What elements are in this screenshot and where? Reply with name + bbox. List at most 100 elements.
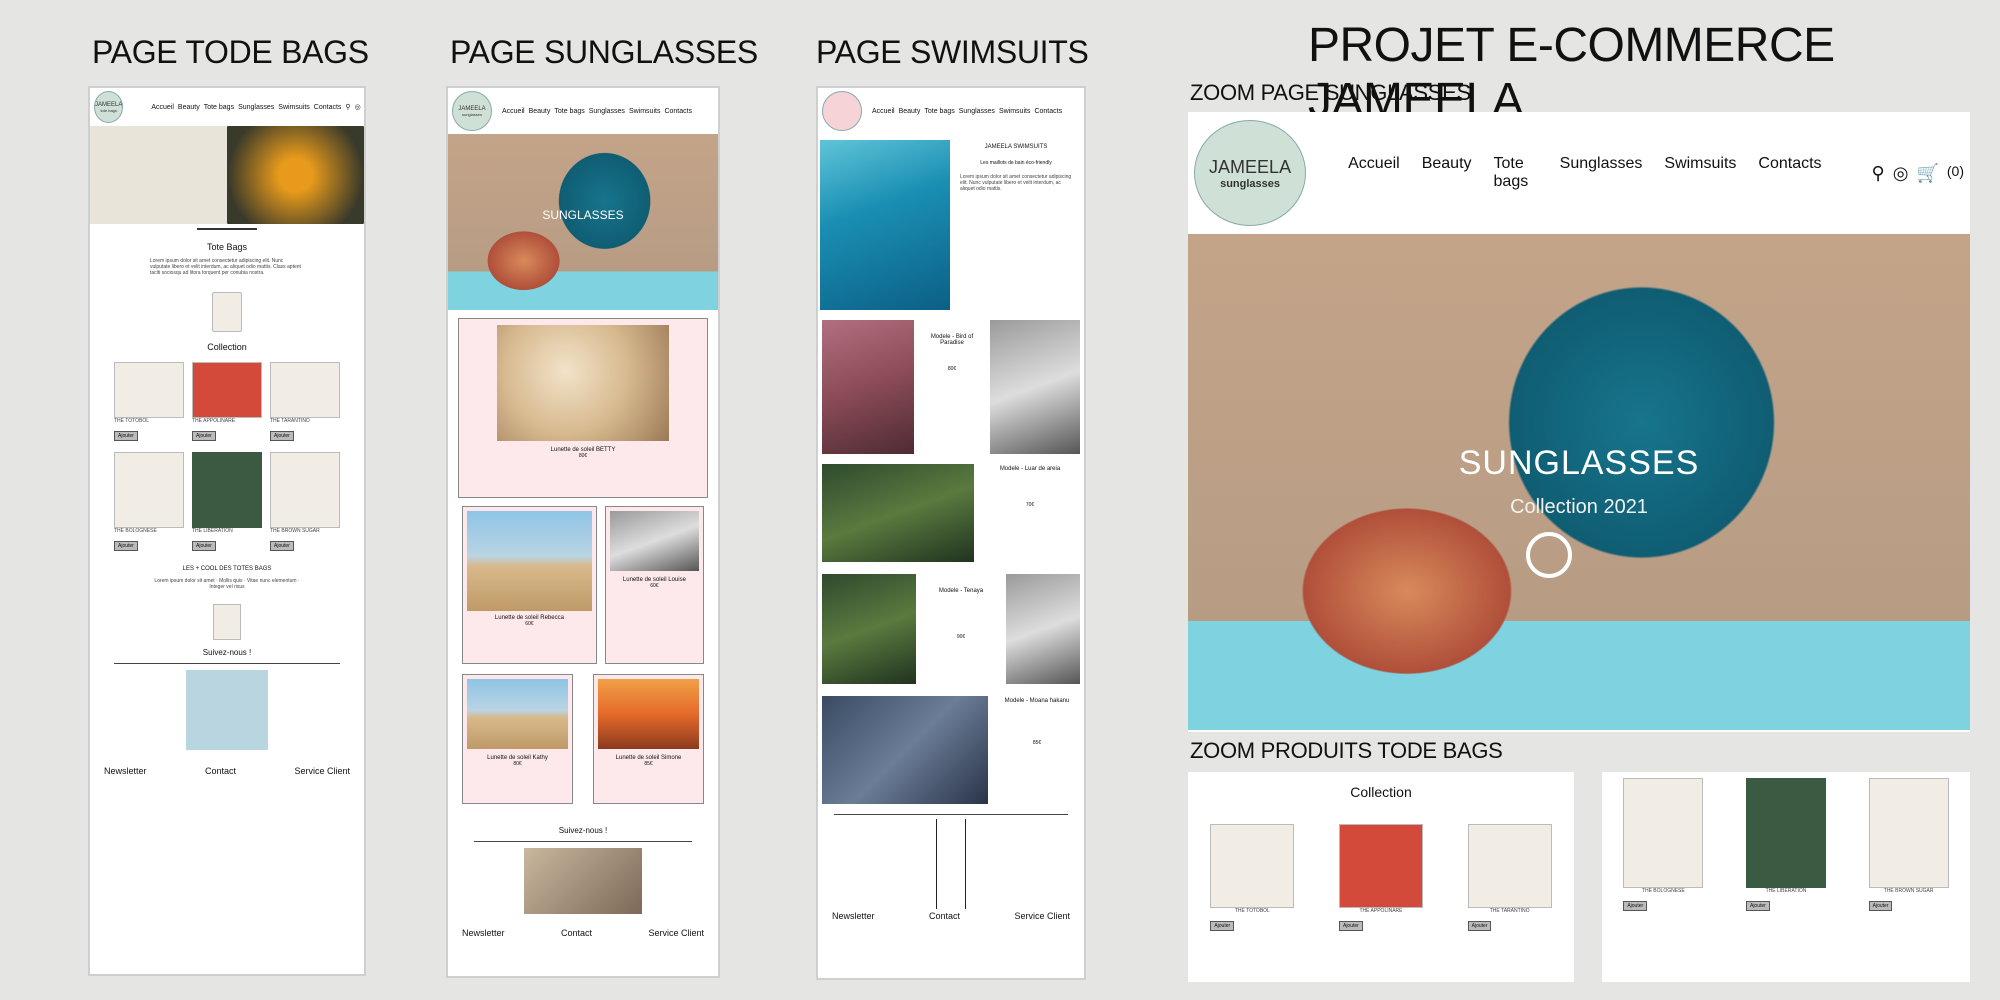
product-image[interactable] xyxy=(1210,824,1295,908)
nav-contacts[interactable]: Contacts xyxy=(1034,108,1062,115)
nav-swimsuits[interactable]: Swimsuits xyxy=(278,104,310,111)
product-card[interactable]: Lunette de soleil Louise 60€ xyxy=(604,506,704,664)
model-image[interactable] xyxy=(822,320,914,454)
model-image[interactable] xyxy=(822,574,916,684)
product-name: THE BROWN SUGAR xyxy=(270,528,320,534)
footer-newsletter: Newsletter xyxy=(832,911,875,921)
product-image[interactable] xyxy=(467,511,592,611)
product-image[interactable] xyxy=(609,511,699,571)
product-image[interactable] xyxy=(114,452,184,528)
nav-contacts[interactable]: Contacts xyxy=(314,104,342,111)
product-image[interactable] xyxy=(497,325,669,441)
add-button[interactable]: Ajouter xyxy=(192,541,216,551)
model-price: 90€ xyxy=(956,634,966,640)
logo-subtext: sunglasses xyxy=(461,111,482,117)
swim-intro: Lorem ipsum dolor sit amet consectetur a… xyxy=(960,174,1072,192)
account-icon[interactable]: ◎ xyxy=(355,103,361,111)
slider-indicator[interactable] xyxy=(197,228,257,230)
nav-beauty[interactable]: Beauty xyxy=(1422,155,1472,191)
add-button[interactable]: Ajouter xyxy=(114,541,138,551)
nav-contacts[interactable]: Contacts xyxy=(664,108,692,115)
nav-tote-bags[interactable]: Tote bags xyxy=(1494,155,1538,191)
cart-icon[interactable]: 🛒 xyxy=(1916,163,1938,184)
tote-page-title: PAGE TODE BAGS xyxy=(92,34,369,70)
top-nav: Accueil Beauty Tote bags Sunglasses Swim… xyxy=(151,103,366,112)
nav-accueil[interactable]: Accueil xyxy=(502,108,525,115)
add-button[interactable]: Ajouter xyxy=(270,541,294,551)
model-image[interactable] xyxy=(822,696,988,804)
add-button[interactable]: Ajouter xyxy=(270,431,294,441)
hero-image-right xyxy=(227,126,364,224)
nav-sunglasses[interactable]: Sunglasses xyxy=(238,104,274,111)
nav-sunglasses[interactable]: Sunglasses xyxy=(1560,155,1643,191)
add-button[interactable]: Ajouter xyxy=(1210,921,1235,931)
add-button[interactable]: Ajouter xyxy=(192,431,216,441)
add-button[interactable]: Ajouter xyxy=(114,431,138,441)
nav-accueil[interactable]: Accueil xyxy=(872,108,895,115)
product-image[interactable] xyxy=(1467,824,1552,908)
follow-heading: Suivez-nous ! xyxy=(558,826,608,835)
nav-accueil[interactable]: Accueil xyxy=(151,104,174,111)
model-image-2[interactable] xyxy=(990,320,1080,454)
product-image[interactable] xyxy=(192,362,262,418)
logo[interactable] xyxy=(822,91,862,131)
nav-swimsuits[interactable]: Swimsuits xyxy=(629,108,661,115)
logo[interactable]: JAMEELA sunglasses xyxy=(452,91,492,131)
add-button[interactable]: Ajouter xyxy=(1338,921,1363,931)
nav-beauty[interactable]: Beauty xyxy=(529,108,551,115)
product-card[interactable]: Lunette de soleil Kathy 80€ xyxy=(462,674,573,804)
nav-swimsuits[interactable]: Swimsuits xyxy=(1664,155,1736,191)
product-image[interactable] xyxy=(598,679,699,749)
nav-beauty[interactable]: Beauty xyxy=(899,108,921,115)
swimsuits-page-title: PAGE SWIMSUITS xyxy=(816,34,1089,70)
nav-sunglasses[interactable]: Sunglasses xyxy=(589,108,625,115)
add-button[interactable]: Ajouter xyxy=(1745,901,1770,911)
nav-contacts[interactable]: Contacts xyxy=(1758,155,1821,191)
product-image[interactable] xyxy=(114,362,184,418)
add-button[interactable]: Ajouter xyxy=(1868,901,1893,911)
product-image[interactable] xyxy=(1338,824,1423,908)
product-image[interactable] xyxy=(270,452,340,528)
product-card[interactable]: Lunette de soleil Simone 85€ xyxy=(593,674,704,804)
nav-sunglasses[interactable]: Sunglasses xyxy=(959,108,995,115)
product-image[interactable] xyxy=(467,679,568,749)
nav-swimsuits[interactable]: Swimsuits xyxy=(999,108,1031,115)
tote-illustration xyxy=(212,292,242,332)
product-image[interactable] xyxy=(1868,778,1949,888)
nav-accueil[interactable]: Accueil xyxy=(1348,155,1400,191)
search-icon[interactable]: ⚲ xyxy=(345,103,350,111)
model-image[interactable] xyxy=(822,464,974,562)
product-image[interactable] xyxy=(270,362,340,418)
model-name: Modele - Moana hakanu xyxy=(1004,698,1070,704)
account-icon[interactable]: ◎ xyxy=(1893,163,1909,184)
product-name: THE APPOLINARE xyxy=(192,418,236,424)
search-icon[interactable]: ⚲ xyxy=(1872,163,1885,184)
nav-tote-bags[interactable]: Tote bags xyxy=(924,108,954,115)
settings-icon[interactable] xyxy=(1526,532,1572,578)
section-heading: Tote Bags xyxy=(206,242,248,252)
follow-image[interactable] xyxy=(186,670,268,750)
model-name: Modele - Luar de areia xyxy=(999,466,1061,472)
collection-heading: Collection xyxy=(207,342,247,352)
product-image[interactable] xyxy=(1745,778,1826,888)
model-image-2[interactable] xyxy=(1006,574,1080,684)
hero-image-left xyxy=(90,126,227,224)
product-card[interactable]: Lunette de soleil Rebecca 60€ xyxy=(462,506,597,664)
cart-icon[interactable]: 🛒 xyxy=(365,103,366,111)
zoom-tote-title: ZOOM PRODUITS TODE BAGS xyxy=(1190,738,1503,763)
add-button[interactable]: Ajouter xyxy=(1467,921,1492,931)
swimsuit-illustration xyxy=(936,819,966,909)
follow-image[interactable] xyxy=(524,848,642,914)
nav-beauty[interactable]: Beauty xyxy=(178,104,200,111)
nav-tote-bags[interactable]: Tote bags xyxy=(204,104,234,111)
product-name: THE APPOLINARE xyxy=(1359,908,1403,914)
product-name: THE TOTOBOL xyxy=(1234,908,1270,914)
logo[interactable]: JAMEELA tote bags xyxy=(94,91,124,123)
add-button[interactable]: Ajouter xyxy=(1623,901,1648,911)
zoom-sunglasses: JAMEELA sunglasses Accueil Beauty Tote b… xyxy=(1188,112,1970,732)
product-image[interactable] xyxy=(192,452,262,528)
product-card[interactable]: Lunette de soleil BETTY 80€ xyxy=(458,318,708,498)
nav-tote-bags[interactable]: Tote bags xyxy=(554,108,584,115)
product-image[interactable] xyxy=(1623,778,1704,888)
logo[interactable]: JAMEELA sunglasses xyxy=(1194,120,1307,226)
